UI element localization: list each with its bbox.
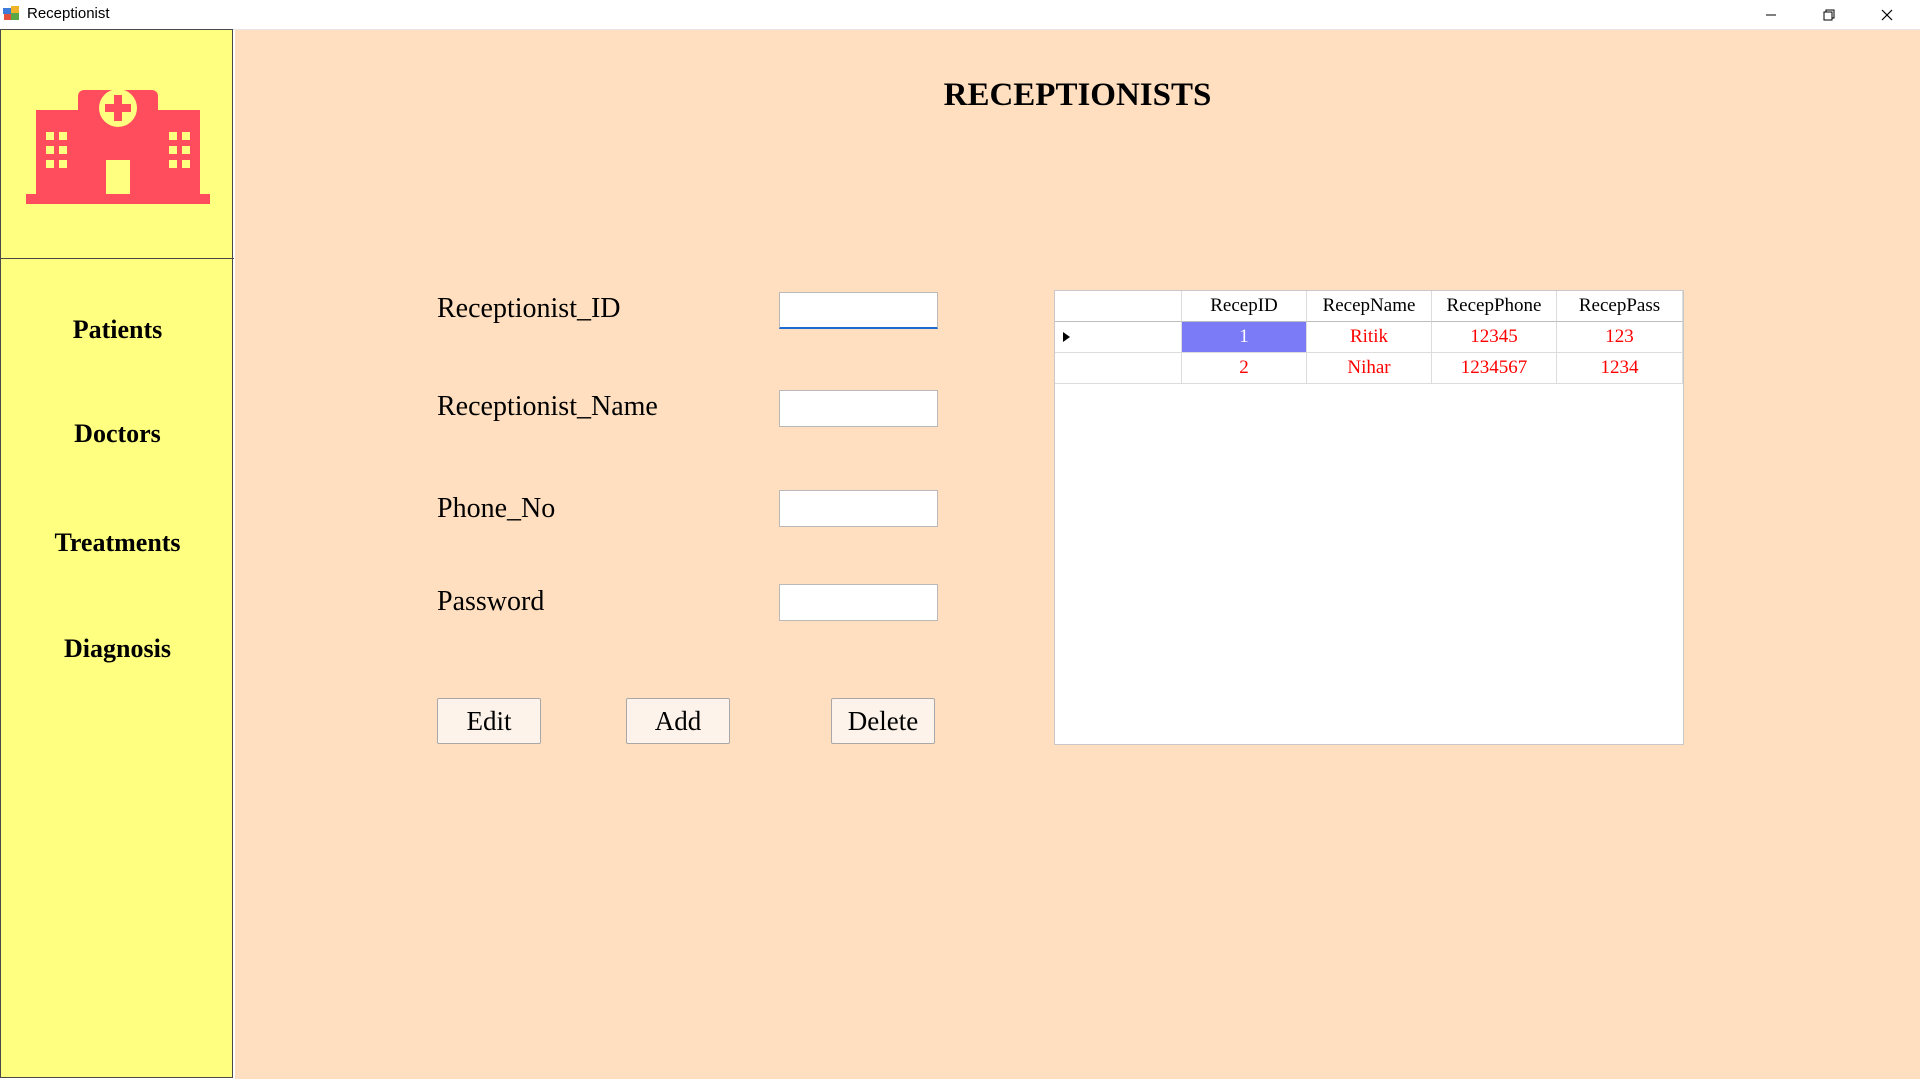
receptionist-id-input[interactable] [779,292,938,329]
restore-icon [1823,9,1835,20]
table-cell[interactable]: Nihar [1307,353,1432,384]
window-title-bar: Receptionist [0,0,1920,30]
phone-no-input[interactable] [779,490,938,527]
column-header-recepphone[interactable]: RecepPhone [1432,291,1557,322]
receptionist-name-label: Receptionist_Name [437,391,658,422]
phone-no-label: Phone_No [437,493,556,524]
table-cell[interactable]: 1234567 [1432,353,1557,384]
receptionists-grid[interactable]: RecepID RecepName RecepPhone RecepPass 1… [1054,290,1684,745]
table-cell[interactable]: 123 [1557,322,1683,353]
sidebar-item-diagnosis[interactable]: Diagnosis [1,634,234,664]
minimize-button[interactable] [1742,0,1800,29]
app-icon [3,6,19,20]
row-header[interactable] [1055,353,1182,384]
column-header-reeppass[interactable]: RecepPass [1557,291,1683,322]
table-cell[interactable]: 1 [1182,322,1307,353]
hospital-icon [26,89,210,204]
current-row-arrow-icon [1063,332,1070,342]
sidebar-divider [1,258,234,259]
receptionist-name-input[interactable] [779,390,938,427]
sidebar-item-treatments[interactable]: Treatments [1,528,234,558]
table-row[interactable]: 1 Ritik 12345 123 [1055,322,1683,353]
grid-corner-cell[interactable] [1055,291,1182,322]
sidebar-item-patients[interactable]: Patients [1,315,234,345]
password-input[interactable] [779,584,938,621]
table-cell[interactable]: 2 [1182,353,1307,384]
minimize-icon [1766,14,1776,15]
table-cell[interactable]: 1234 [1557,353,1683,384]
delete-button[interactable]: Delete [831,698,935,744]
window-title: Receptionist [27,5,110,22]
receptionist-id-label: Receptionist_ID [437,293,621,324]
table-cell[interactable]: Ritik [1307,322,1432,353]
sidebar: Patients Doctors Treatments Diagnosis [0,29,234,1078]
password-label: Password [437,586,545,617]
grid-header-row: RecepID RecepName RecepPhone RecepPass [1055,291,1683,322]
close-button[interactable] [1858,0,1916,29]
column-header-recepid[interactable]: RecepID [1182,291,1307,322]
add-button[interactable]: Add [626,698,730,744]
restore-button[interactable] [1800,0,1858,29]
sidebar-item-doctors[interactable]: Doctors [1,419,234,449]
page-title: RECEPTIONISTS [943,77,1212,113]
table-row[interactable]: 2 Nihar 1234567 1234 [1055,353,1683,384]
close-icon [1881,9,1893,20]
row-header[interactable] [1055,322,1182,353]
table-cell[interactable]: 12345 [1432,322,1557,353]
edit-button[interactable]: Edit [437,698,541,744]
column-header-recepname[interactable]: RecepName [1307,291,1432,322]
